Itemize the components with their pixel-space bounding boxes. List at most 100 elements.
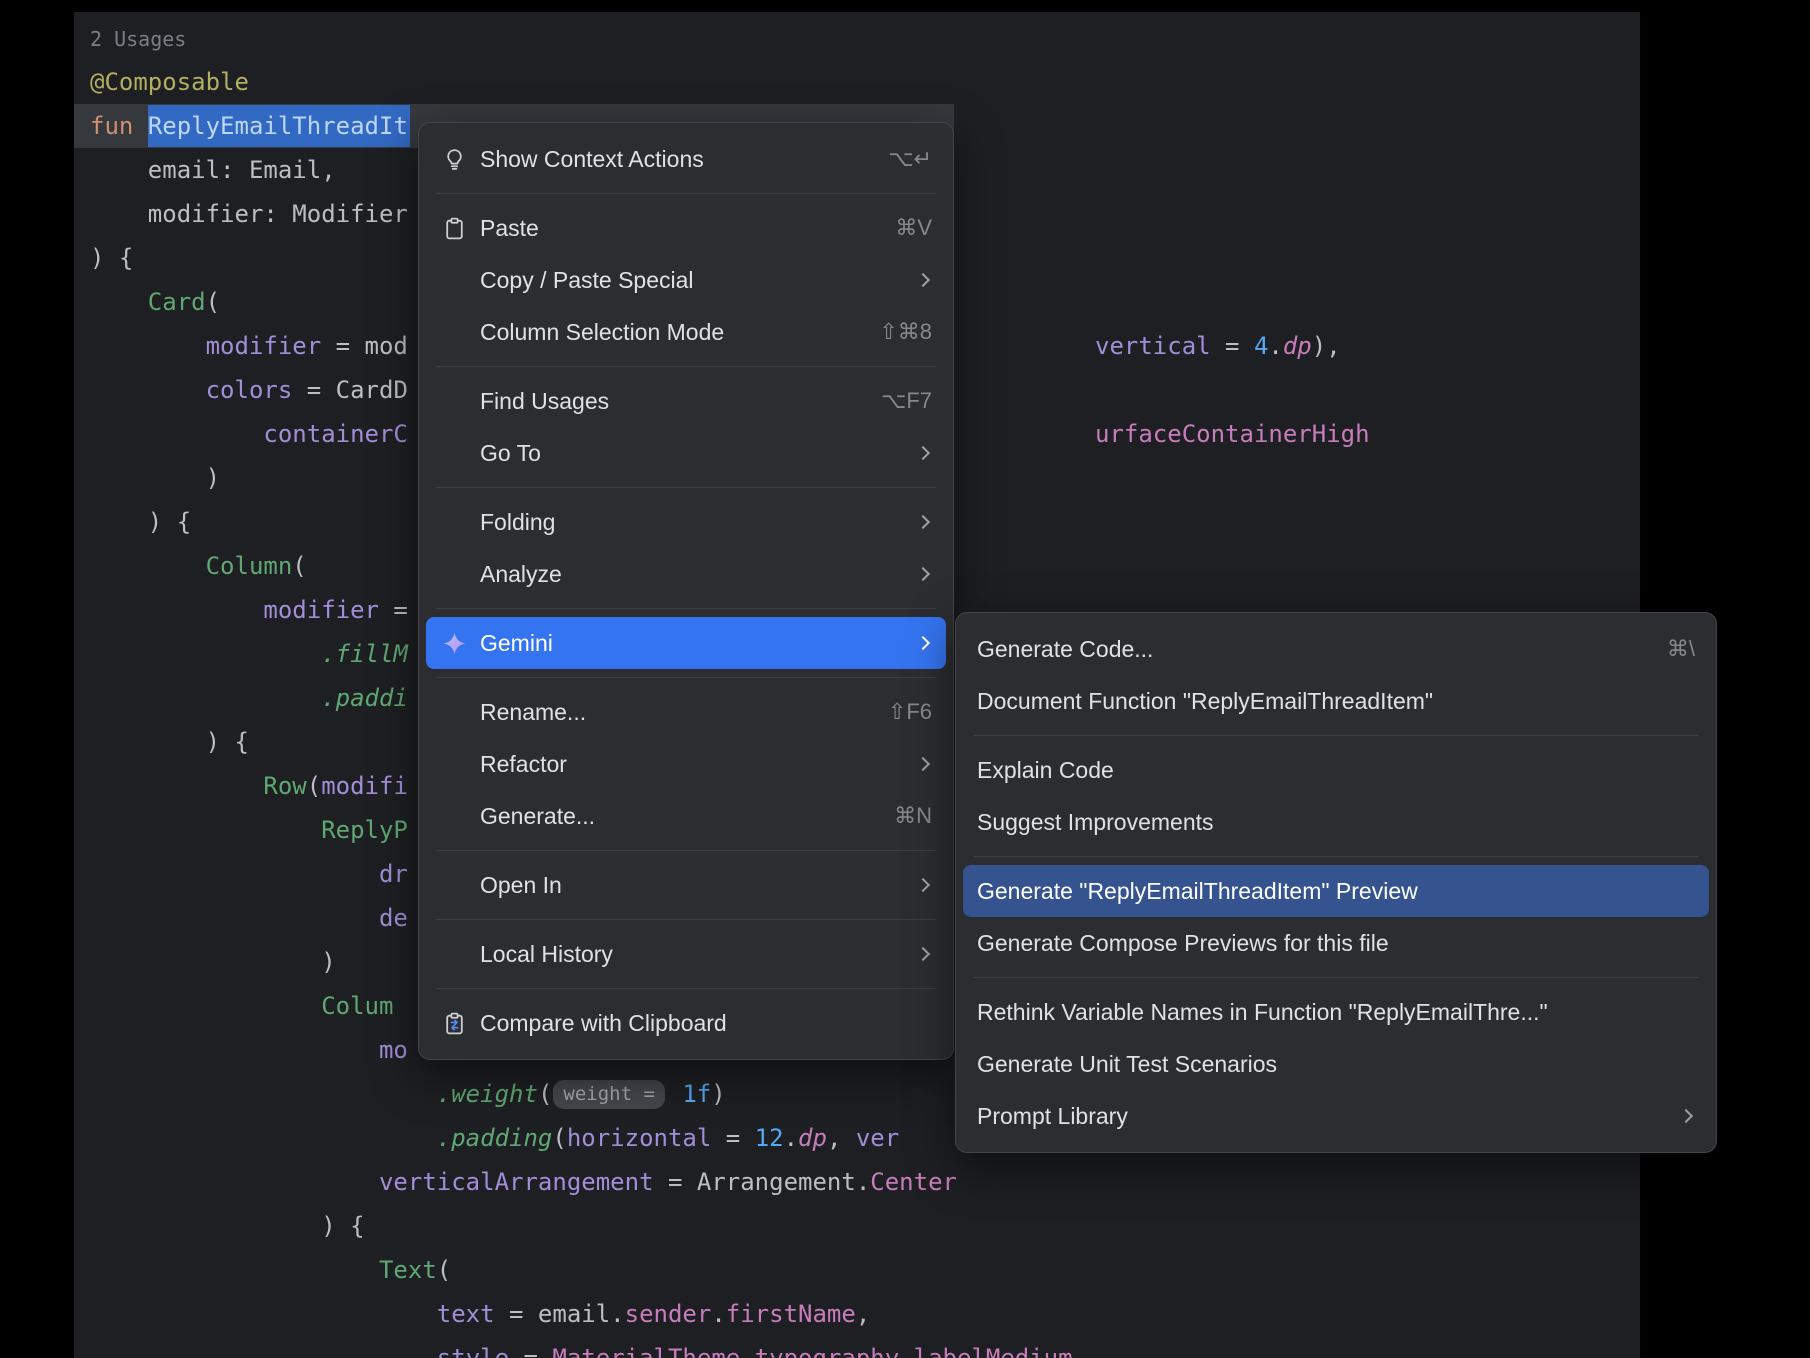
code-token (90, 1256, 379, 1284)
code-token: Column (206, 552, 293, 580)
menu-item-label: Explain Code (977, 757, 1695, 784)
icon-slot (440, 871, 468, 899)
menu-item-generate[interactable]: Generate...⌘N (426, 790, 946, 842)
code-token (90, 376, 206, 404)
code-token: ) { (90, 1212, 365, 1240)
code-token: dp (1283, 332, 1312, 360)
menu-item-explain-code[interactable]: Explain Code (963, 744, 1709, 796)
chevron-right-icon (916, 878, 930, 892)
code-token: modifier: Modifier (90, 200, 408, 228)
menu-item-label: Generate "ReplyEmailThreadItem" Preview (977, 878, 1695, 905)
menu-item-open-in[interactable]: Open In (426, 859, 946, 911)
code-token: de (379, 904, 408, 932)
menu-item-label: Paste (480, 215, 865, 242)
menu-item-go-to[interactable]: Go To (426, 427, 946, 479)
menu-item-label: Generate Unit Test Scenarios (977, 1051, 1695, 1078)
menu-item-label: Copy / Paste Special (480, 267, 888, 294)
code-token: = (711, 1124, 754, 1152)
menu-item-copy-paste-special[interactable]: Copy / Paste Special (426, 254, 946, 306)
code-line: verticalArrangement = Arrangement.Center (90, 1160, 1073, 1204)
menu-separator (973, 735, 1699, 736)
code-line: ) { (90, 1204, 1073, 1248)
usages-hint: 2 Usages (90, 16, 1073, 60)
menu-item-compare-with-clipboard[interactable]: Compare with Clipboard (426, 997, 946, 1049)
code-token: Card (148, 288, 206, 316)
icon-slot (440, 802, 468, 830)
menu-item-document-function-replyemailthreaditem[interactable]: Document Function "ReplyEmailThreadItem" (963, 675, 1709, 727)
chevron-right-icon (916, 757, 930, 771)
code-token: . (1268, 332, 1282, 360)
code-token: .padding (437, 1124, 553, 1152)
menu-item-rename[interactable]: Rename... ⇧F6 (426, 686, 946, 738)
code-fragment: urfaceContainerHigh (1095, 412, 1370, 456)
lightbulb-icon (440, 145, 468, 173)
code-token: sender (625, 1300, 712, 1328)
code-token: @Composable (90, 68, 249, 96)
code-token: 2 Usages (90, 27, 186, 51)
code-token: modifier (263, 596, 379, 624)
code-token: ) (90, 464, 220, 492)
code-token: Text (379, 1256, 437, 1284)
menu-item-paste[interactable]: Paste⌘V (426, 202, 946, 254)
menu-item-refactor[interactable]: Refactor (426, 738, 946, 790)
code-token (90, 816, 321, 844)
code-token (90, 332, 206, 360)
code-token: .paddi (321, 684, 408, 712)
menu-item-analyze[interactable]: Analyze (426, 548, 946, 600)
code-token: . (784, 1124, 798, 1152)
menu-separator (436, 487, 936, 488)
code-token: Center (870, 1168, 957, 1196)
menu-item-show-context-actions[interactable]: Show Context Actions⌥↵ (426, 133, 946, 185)
chevron-right-icon (1679, 1109, 1693, 1123)
code-token (90, 1124, 437, 1152)
menu-item-column-selection-mode[interactable]: Column Selection Mode⇧⌘8 (426, 306, 946, 358)
menu-separator (436, 919, 936, 920)
code-token: colors (206, 376, 293, 404)
menu-separator (973, 977, 1699, 978)
menu-item-find-usages[interactable]: Find Usages⌥F7 (426, 375, 946, 427)
code-token: ) (90, 948, 336, 976)
menu-item-rethink-variable-names-in-function-replyemailthre[interactable]: Rethink Variable Names in Function "Repl… (963, 986, 1709, 1038)
code-token: Colum (321, 992, 393, 1020)
code-line: .padding(horizontal = 12.dp, ver (90, 1116, 1073, 1160)
icon-slot (440, 318, 468, 346)
code-token (90, 420, 263, 448)
code-token: fun (90, 112, 133, 140)
code-token: ReplyEmailThreadIt (148, 105, 410, 147)
code-token: text (437, 1300, 495, 1328)
icon-slot (440, 439, 468, 467)
code-token: = email. (495, 1300, 625, 1328)
code-token: urfaceContainerHigh (1095, 420, 1370, 448)
icon-slot (440, 508, 468, 536)
code-token: . (711, 1300, 725, 1328)
code-token (668, 1080, 682, 1108)
code-token: . (740, 1344, 754, 1358)
icon-slot (440, 698, 468, 726)
menu-item-label: Column Selection Mode (480, 319, 849, 346)
menu-item-generate-compose-previews-for-this-file[interactable]: Generate Compose Previews for this file (963, 917, 1709, 969)
menu-item-label: Suggest Improvements (977, 809, 1695, 836)
code-token: ), (1312, 332, 1341, 360)
code-token: vertical (1095, 332, 1211, 360)
menu-item-local-history[interactable]: Local History (426, 928, 946, 980)
code-token: .fillM (321, 640, 408, 668)
menu-item-generate-code[interactable]: Generate Code...⌘\ (963, 623, 1709, 675)
code-token (90, 288, 148, 316)
code-token: ( (307, 772, 321, 800)
code-token: labelMedium (914, 1344, 1073, 1358)
menu-item-label: Open In (480, 872, 888, 899)
menu-item-shortcut: ⌘N (894, 803, 932, 829)
code-token: dr (379, 860, 408, 888)
menu-item-suggest-improvements[interactable]: Suggest Improvements (963, 796, 1709, 848)
menu-item-folding[interactable]: Folding (426, 496, 946, 548)
menu-item-generate-replyemailthreaditem-preview[interactable]: Generate "ReplyEmailThreadItem" Preview (963, 865, 1709, 917)
menu-item-label: Local History (480, 941, 888, 968)
menu-item-shortcut: ⇧F6 (888, 699, 932, 725)
menu-item-label: Rename... (480, 699, 858, 726)
code-token: ( (437, 1256, 451, 1284)
menu-item-prompt-library[interactable]: Prompt Library (963, 1090, 1709, 1142)
context-menu: Show Context Actions⌥↵ Paste⌘V Copy / Past… (418, 122, 954, 1060)
menu-item-generate-unit-test-scenarios[interactable]: Generate Unit Test Scenarios (963, 1038, 1709, 1090)
code-line: text = email.sender.firstName, (90, 1292, 1073, 1336)
menu-item-gemini[interactable]: Gemini (426, 617, 946, 669)
